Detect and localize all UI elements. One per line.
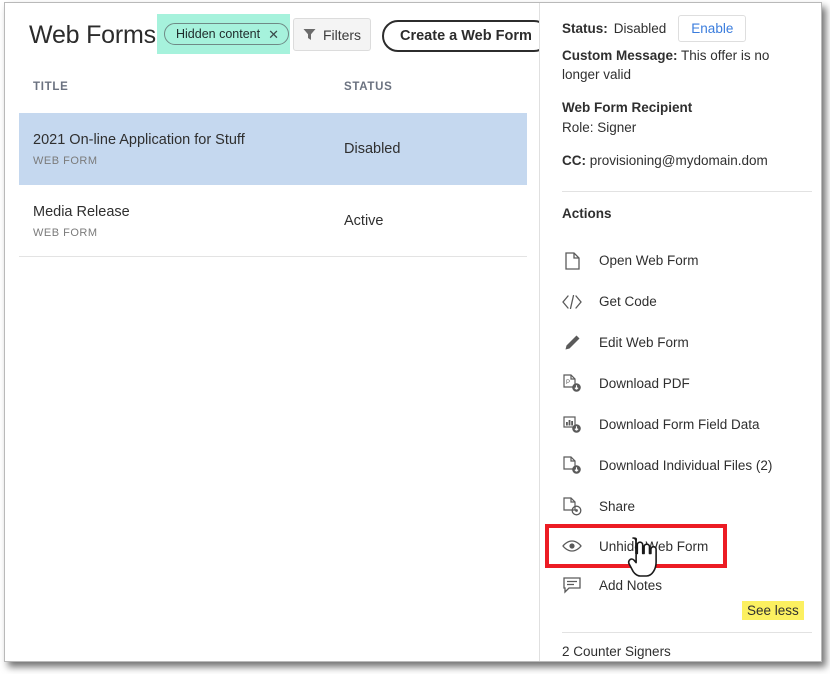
actions-heading: Actions [562, 206, 612, 221]
action-label: Add Notes [599, 578, 663, 593]
pdf-download-icon: P [562, 374, 582, 394]
action-label: Edit Web Form [599, 335, 689, 350]
cc-label: CC: [562, 153, 586, 168]
row-type: WEB FORM [33, 227, 98, 239]
action-label: Get Code [599, 294, 657, 309]
action-label: Share [599, 499, 636, 514]
column-header-status: STATUS [344, 81, 393, 93]
action-label: Open Web Form [599, 253, 699, 268]
filter-chip-hidden-content[interactable]: Hidden content ✕ [164, 23, 289, 45]
action-label: Download PDF [599, 376, 690, 391]
action-download-form-field-data[interactable]: Download Form Field Data [540, 404, 821, 445]
cc-row: CC: provisioning@mydomain.dom [562, 153, 768, 168]
row-status: Active [344, 213, 384, 229]
custom-message-row: Custom Message: This offer is no longer … [562, 46, 810, 84]
cc-value: provisioning@mydomain.dom [589, 153, 768, 168]
action-download-individual-files[interactable]: Download Individual Files (2) [540, 445, 821, 486]
action-label: Download Individual Files (2) [599, 458, 773, 473]
action-label: Unhide Web Form [599, 538, 709, 554]
row-title: 2021 On-line Application for Stuff [33, 132, 245, 148]
chart-download-icon [562, 415, 582, 435]
status-value: Disabled [613, 21, 667, 36]
action-download-pdf[interactable]: P Download PDF [540, 363, 821, 404]
action-add-notes[interactable]: Add Notes [540, 565, 821, 606]
filters-button-label: Filters [322, 26, 362, 43]
comment-icon [562, 576, 582, 596]
eye-icon [562, 536, 582, 556]
funnel-icon [303, 28, 316, 41]
table-row[interactable]: 2021 On-line Application for Stuff WEB F… [19, 113, 527, 185]
action-open-web-form[interactable]: Open Web Form [540, 240, 821, 281]
svg-text:P: P [566, 380, 570, 386]
filters-button[interactable]: Filters [293, 18, 371, 51]
create-web-form-label: Create a Web Form [400, 28, 532, 44]
page-title: Web Forms [29, 21, 156, 49]
close-icon[interactable]: ✕ [268, 28, 279, 41]
file-download-icon [562, 456, 582, 476]
app-window: Web Forms Hidden content ✕ Filters Creat… [4, 2, 822, 662]
column-header-title: TITLE [33, 81, 69, 93]
divider [562, 632, 812, 633]
status-label: Status: [562, 21, 608, 36]
recipient-heading: Web Form Recipient [562, 100, 693, 115]
action-unhide-web-form[interactable]: Unhide Web Form [545, 524, 727, 568]
row-status: Disabled [344, 141, 401, 157]
file-share-icon [562, 497, 582, 517]
divider [562, 191, 812, 192]
row-type: WEB FORM [33, 155, 98, 167]
create-web-form-button[interactable]: Create a Web Form [382, 20, 550, 52]
status-row: Status: Disabled Enable [562, 15, 747, 42]
screenshot-root: Web Forms Hidden content ✕ Filters Creat… [0, 0, 830, 674]
code-brackets-icon [562, 292, 582, 312]
counter-signers-section[interactable]: 2 Counter Signers [562, 644, 671, 659]
custom-message-label: Custom Message: [562, 48, 678, 63]
action-edit-web-form[interactable]: Edit Web Form [540, 322, 821, 363]
see-less-link[interactable]: See less [742, 601, 804, 620]
table-row[interactable]: Media Release WEB FORM Active [19, 185, 527, 257]
enable-button[interactable]: Enable [678, 15, 747, 42]
action-label: Download Form Field Data [599, 417, 760, 432]
action-get-code[interactable]: Get Code [540, 281, 821, 322]
web-forms-table: 2021 On-line Application for Stuff WEB F… [19, 113, 527, 257]
filter-chip-label: Hidden content [176, 27, 261, 41]
actions-list: Open Web Form Get Code Edit Web Form P D… [540, 240, 821, 606]
row-title: Media Release [33, 204, 130, 220]
web-forms-list-pane: Web Forms Hidden content ✕ Filters Creat… [5, 3, 550, 661]
document-icon [562, 251, 582, 271]
action-share[interactable]: Share [540, 486, 821, 527]
recipient-role: Role: Signer [562, 120, 637, 135]
web-form-details-pane: Status: Disabled Enable Custom Message: … [539, 3, 821, 661]
pencil-icon [562, 333, 582, 353]
